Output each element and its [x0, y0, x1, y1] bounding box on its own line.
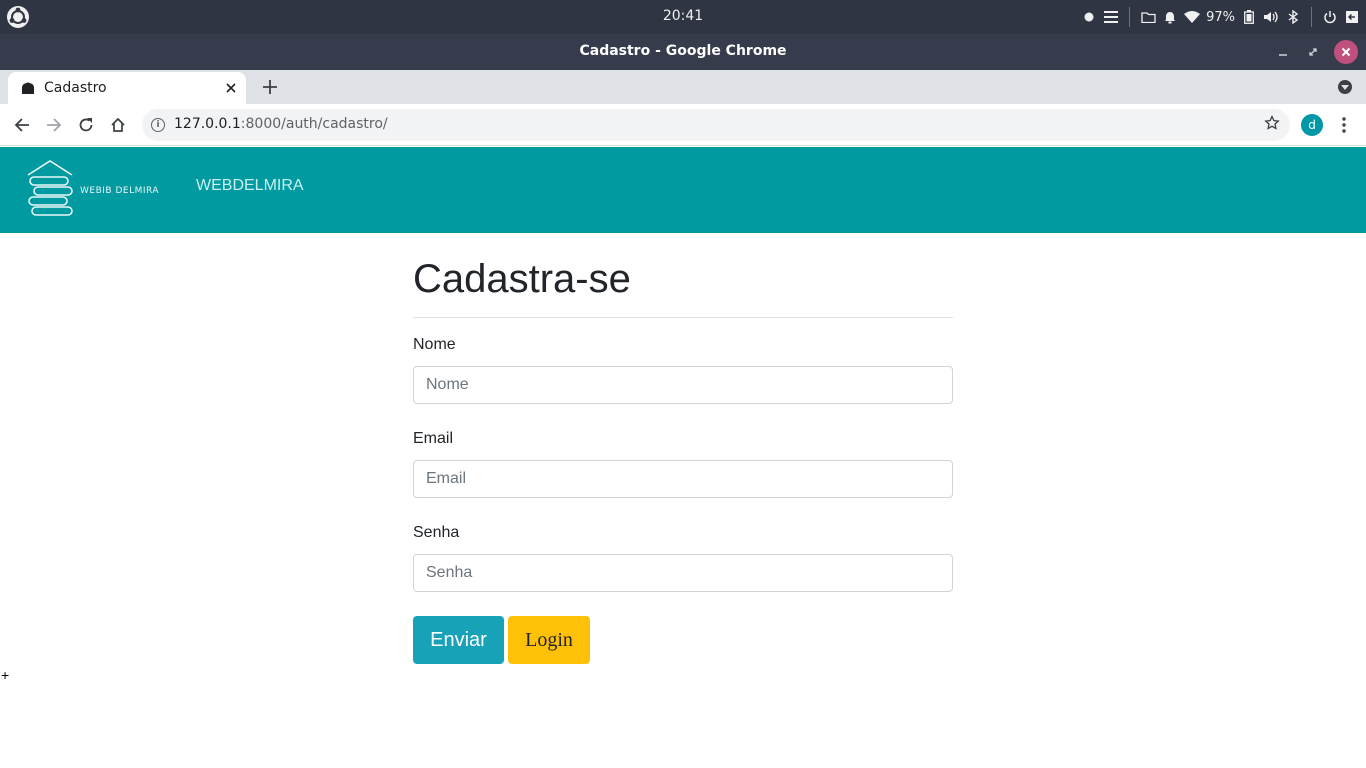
system-tray: 97% — [1081, 0, 1360, 34]
tab-title: Cadastro — [44, 80, 107, 96]
url-host: 127.0.0.1 — [174, 116, 241, 132]
logo-text: WEBIB DELMIRA — [80, 186, 160, 196]
nome-input[interactable] — [413, 366, 953, 404]
url-text[interactable]: 127.0.0.1:8000/auth/cadastro/ — [174, 116, 388, 132]
battery-icon[interactable] — [1241, 9, 1257, 25]
record-dot-icon[interactable] — [1081, 9, 1097, 25]
title-divider — [413, 317, 953, 318]
stray-plus-text: + — [1, 667, 10, 683]
tab-search-icon[interactable] — [1338, 80, 1352, 94]
bluetooth-icon[interactable] — [1285, 9, 1301, 25]
volume-icon[interactable] — [1263, 9, 1279, 25]
address-bar[interactable]: i 127.0.0.1:8000/auth/cadastro/ — [142, 109, 1290, 141]
site-navbar: WEBIB DELMIRA WEBDELMIRA — [0, 147, 1366, 233]
site-logo[interactable]: WEBIB DELMIRA — [26, 159, 166, 221]
tab-close-icon[interactable] — [222, 79, 240, 97]
browser-toolbar: i 127.0.0.1:8000/auth/cadastro/ d — [0, 104, 1366, 146]
nome-label: Nome — [413, 336, 456, 353]
reload-icon[interactable] — [75, 114, 97, 136]
window-title: Cadastro - Google Chrome — [579, 43, 787, 59]
maximize-button[interactable] — [1304, 39, 1322, 65]
menu-lines-icon[interactable] — [1103, 9, 1119, 25]
tab-strip: Cadastro — [0, 70, 1366, 104]
brand-link[interactable]: WEBDELMIRA — [196, 177, 304, 195]
power-icon[interactable] — [1322, 9, 1338, 25]
senha-input[interactable] — [413, 554, 953, 592]
ubuntu-logo-icon[interactable] — [6, 5, 30, 29]
favicon-icon — [20, 81, 36, 95]
wifi-icon[interactable] — [1184, 9, 1201, 25]
close-window-button[interactable] — [1334, 40, 1358, 64]
tray-divider — [1311, 7, 1312, 27]
chrome-menu-icon[interactable] — [1336, 114, 1352, 136]
folder-icon[interactable] — [1140, 9, 1156, 25]
books-logo-icon — [27, 160, 73, 216]
window-controls — [1274, 39, 1358, 65]
logout-icon[interactable] — [1344, 9, 1360, 25]
bell-icon[interactable] — [1162, 9, 1178, 25]
bookmark-star-icon[interactable] — [1264, 114, 1280, 136]
back-icon[interactable] — [11, 114, 33, 136]
email-input[interactable] — [413, 460, 953, 498]
email-label: Email — [413, 430, 454, 447]
os-top-panel: 20:41 97% — [0, 0, 1366, 34]
battery-percent[interactable]: 97% — [1206, 10, 1235, 25]
page-title: Cadastra-se — [413, 257, 631, 301]
site-info-icon[interactable]: i — [151, 118, 165, 132]
forward-icon[interactable] — [43, 114, 65, 136]
login-button[interactable]: Login — [508, 616, 590, 664]
minimize-button[interactable] — [1274, 39, 1292, 65]
new-tab-button[interactable] — [259, 76, 281, 98]
profile-avatar[interactable]: d — [1301, 114, 1323, 136]
tab-cadastro[interactable]: Cadastro — [8, 72, 246, 104]
window-title-bar[interactable]: Cadastro - Google Chrome — [0, 34, 1366, 70]
tray-divider — [1129, 7, 1131, 27]
senha-label: Senha — [413, 524, 460, 541]
home-icon[interactable] — [107, 114, 129, 136]
enviar-button[interactable]: Enviar — [413, 616, 504, 664]
url-path: :8000/auth/cadastro/ — [240, 116, 388, 132]
